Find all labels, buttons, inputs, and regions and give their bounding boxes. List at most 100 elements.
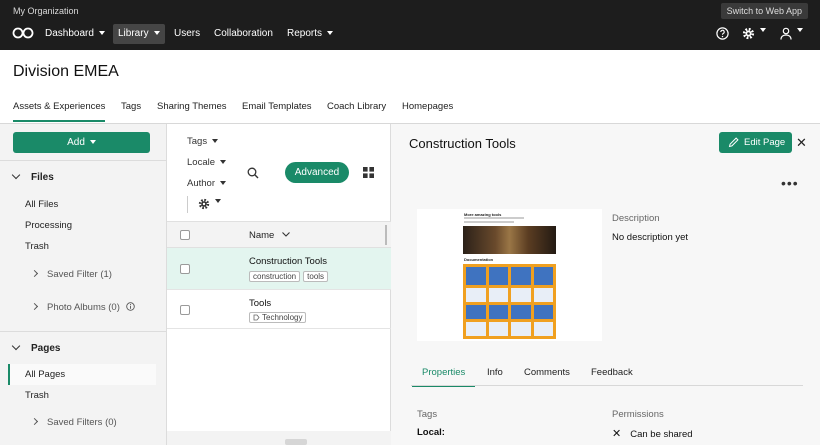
nav-users[interactable]: Users (169, 24, 205, 44)
locale-filter[interactable]: Locale (187, 157, 226, 168)
row-tags: Technology (249, 311, 309, 323)
tab-email-templates[interactable]: Email Templates (242, 101, 312, 112)
chevron-right-icon (30, 302, 39, 311)
edit-page-label: Edit Page (744, 137, 786, 148)
tab-sharing-themes[interactable]: Sharing Themes (157, 101, 227, 112)
row-checkbox[interactable] (180, 305, 190, 315)
nav-library[interactable]: Library (113, 24, 165, 44)
permission-item: ✕ Can be shared (612, 427, 693, 440)
nav-dashboard-label: Dashboard (45, 28, 94, 39)
name-column-header[interactable]: Name (249, 230, 290, 241)
asset-list-panel: Tags Locale Author Advanced Name Constru… (167, 124, 391, 445)
locale-filter-label: Locale (187, 157, 215, 168)
chevron-down-icon (282, 232, 290, 237)
tab-info[interactable]: Info (487, 367, 503, 378)
search-icon[interactable] (247, 167, 259, 179)
settings-menu[interactable] (742, 27, 766, 43)
tab-properties[interactable]: Properties (411, 367, 476, 387)
row-checkbox[interactable] (180, 264, 190, 274)
switch-to-web-app-button[interactable]: Switch to Web App (720, 3, 808, 19)
permission-value: Can be shared (630, 429, 693, 440)
list-header: Name (167, 221, 391, 248)
tab-tags[interactable]: Tags (121, 101, 141, 112)
description-value: No description yet (612, 232, 689, 243)
sidebar-item-saved-filter[interactable]: Saved Filter (1) (30, 269, 112, 280)
divider (187, 196, 188, 213)
chevron-down-icon (153, 31, 160, 36)
chevron-down-icon (212, 139, 219, 144)
pages-section-header[interactable]: Pages (11, 341, 61, 354)
sidebar-item-processing[interactable]: Processing (25, 220, 72, 231)
sidebar-item-saved-filters[interactable]: Saved Filters (0) (30, 417, 117, 428)
tab-comments[interactable]: Comments (524, 367, 570, 378)
pages-heading: Pages (31, 343, 61, 354)
edit-page-button[interactable]: Edit Page (719, 132, 792, 153)
nav-reports[interactable]: Reports (282, 24, 338, 44)
files-heading: Files (31, 172, 54, 183)
gear-icon (198, 198, 210, 210)
files-section-header[interactable]: Files (11, 170, 54, 183)
chevron-down-icon (797, 28, 803, 33)
help-icon[interactable] (716, 27, 729, 40)
permissions-label: Permissions (612, 409, 664, 420)
organization-name[interactable]: My Organization (13, 6, 79, 16)
page-tabs: Assets & Experiences Tags Sharing Themes… (0, 95, 820, 124)
sidebar-item-trash[interactable]: Trash (25, 241, 49, 252)
sidebar-item-all-pages[interactable]: All Pages (8, 364, 156, 385)
tags-filter-label: Tags (187, 136, 208, 147)
sidebar-item-photo-albums[interactable]: Photo Albums (0) (30, 302, 135, 313)
row-name: Tools (249, 298, 272, 309)
tag-chip: tools (303, 271, 329, 282)
tag-chip: construction (249, 271, 301, 282)
tab-feedback[interactable]: Feedback (591, 367, 633, 378)
sidebar-item-all-files[interactable]: All Files (25, 199, 58, 210)
tag-label: Technology (262, 313, 303, 322)
tags-filter[interactable]: Tags (187, 136, 219, 147)
thumbnail-card-grid (463, 264, 556, 339)
row-name: Construction Tools (249, 256, 327, 267)
info-icon[interactable] (125, 302, 135, 311)
select-all-checkbox[interactable] (180, 230, 190, 240)
photo-albums-label: Photo Albums (0) (47, 302, 120, 313)
sidebar: Add Files All Files Processing Trash Sav… (0, 124, 167, 445)
saved-filter-label: Saved Filter (1) (47, 269, 112, 280)
divider (0, 160, 167, 161)
grid-view-icon[interactable] (363, 167, 374, 178)
page-thumbnail[interactable]: More amazing tools Documentation (417, 209, 602, 341)
nav-collaboration[interactable]: Collaboration (209, 24, 278, 44)
logo-icon[interactable] (12, 27, 34, 39)
nav-reports-label: Reports (287, 28, 323, 39)
user-menu[interactable] (780, 27, 803, 43)
chevron-down-icon (220, 181, 226, 186)
gear-icon (742, 27, 755, 40)
add-button[interactable]: Add (13, 132, 150, 153)
tab-coach-library[interactable]: Coach Library (327, 101, 386, 112)
chevron-right-icon (30, 269, 39, 278)
tab-assets-experiences[interactable]: Assets & Experiences (13, 101, 106, 122)
close-icon[interactable]: ✕ (796, 135, 807, 151)
horizontal-scrollbar[interactable] (285, 439, 307, 445)
advanced-button[interactable]: Advanced (285, 162, 349, 183)
nav-dashboard[interactable]: Dashboard (40, 24, 110, 44)
chevron-down-icon (98, 31, 105, 36)
name-column-label: Name (249, 230, 275, 241)
locale-tag-icon (253, 314, 260, 321)
top-navigation-bar: My Organization Switch to Web App Dashbo… (0, 0, 820, 50)
add-button-label: Add (67, 137, 85, 148)
page-title: Division EMEA (13, 63, 119, 80)
sidebar-item-pages-trash[interactable]: Trash (25, 390, 49, 401)
author-filter[interactable]: Author (187, 178, 226, 189)
chevron-right-icon (30, 417, 39, 426)
list-footer (167, 431, 391, 445)
chevron-down-icon (220, 160, 226, 165)
local-tags-label: Local: (417, 427, 445, 438)
tab-homepages[interactable]: Homepages (402, 101, 453, 112)
saved-filters-label: Saved Filters (0) (47, 417, 117, 428)
table-row[interactable]: Tools Technology (167, 290, 391, 329)
more-options-icon[interactable]: ••• (781, 175, 799, 191)
list-settings-menu[interactable] (198, 198, 221, 213)
table-row[interactable]: Construction Tools construction tools (167, 248, 391, 290)
column-resize-handle[interactable] (385, 225, 387, 245)
close-icon: ✕ (612, 428, 622, 440)
chevron-down-icon (11, 170, 21, 180)
